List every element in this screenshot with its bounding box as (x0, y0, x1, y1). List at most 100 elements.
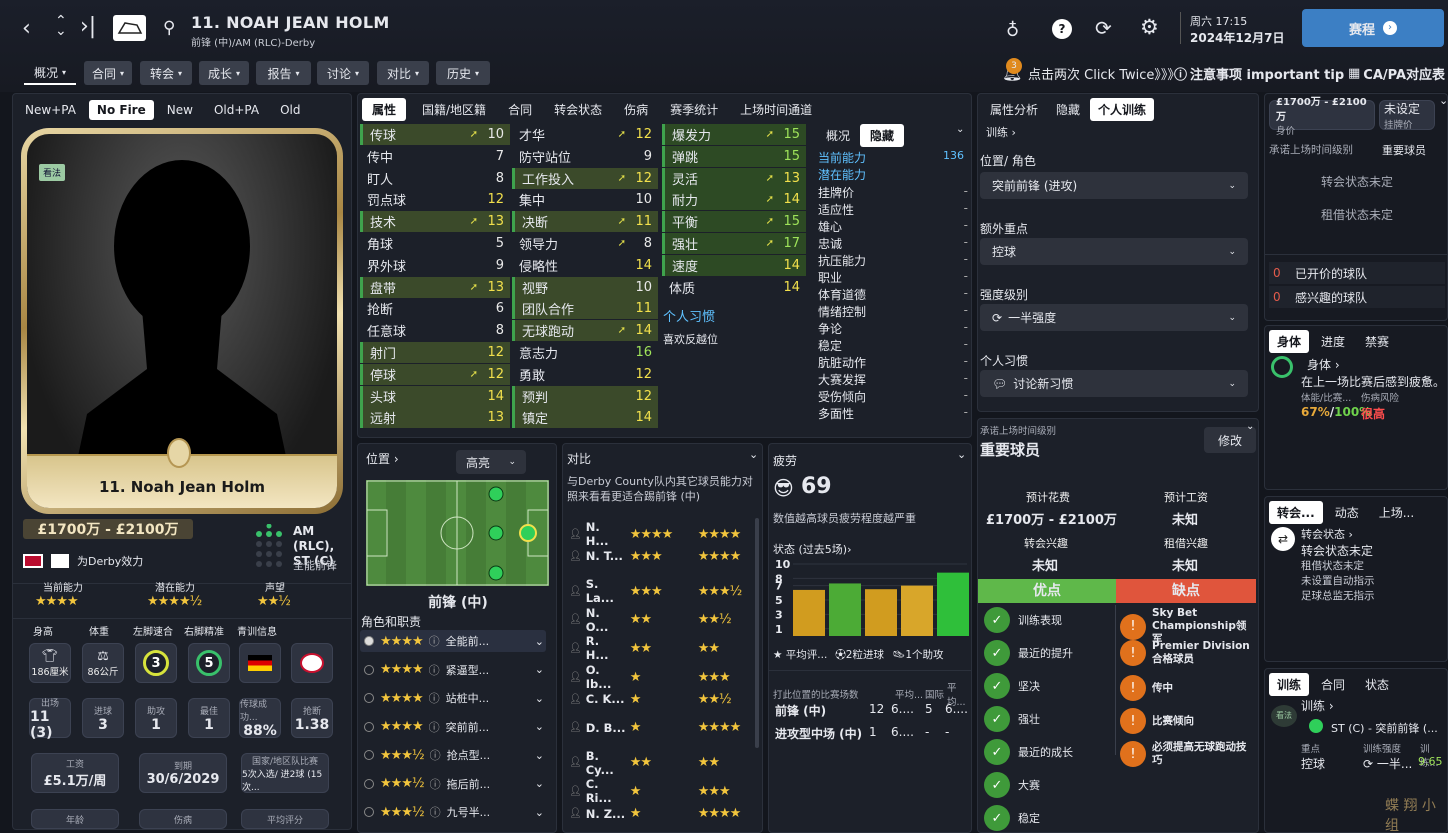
body-title[interactable]: 身体 › (1307, 356, 1340, 373)
radio-icon[interactable] (364, 750, 374, 760)
chevron-down-icon[interactable]: ⌄ (535, 806, 544, 819)
tab-hidden[interactable]: 隐藏 (860, 124, 905, 147)
compare-row-2[interactable]: 👤︎ S. La... ★★★ ★★★½ (569, 577, 751, 605)
view-dropdown[interactable]: 高亮 ⌄ (456, 450, 526, 474)
menu-tab-7[interactable]: 历史 ▾ (436, 61, 490, 85)
training-tab-1[interactable]: 隐藏 (1048, 98, 1088, 121)
chevron-down-icon[interactable]: ⌄ (535, 720, 544, 733)
search-icon[interactable]: ⚲ (163, 18, 175, 38)
chevron-down-icon[interactable]: ⌄ (1246, 421, 1254, 432)
tab-0[interactable]: 转会... (1269, 501, 1323, 524)
chevron-down-icon[interactable]: ⌄ (957, 448, 966, 461)
menu-tab-1[interactable]: 合同 ▾ (84, 61, 132, 85)
form-bar[interactable] (865, 589, 897, 636)
compare-row-5[interactable]: 👤︎ O. Ib... ★ ★★★ (569, 663, 751, 691)
menu-tab-3[interactable]: 成长 ▾ (199, 61, 249, 85)
chevron-down-icon[interactable]: ⌄ (1439, 94, 1447, 107)
click-twice-tip[interactable]: 点击两次 Click Twice》》》 (1028, 64, 1180, 83)
training-tab-0[interactable]: 属性分析 (982, 98, 1046, 121)
extra-focus-dropdown[interactable]: 控球 ⌄ (980, 238, 1248, 265)
attr-tab-2[interactable]: 合同 (498, 98, 542, 121)
face-tab-1[interactable]: No Fire (88, 100, 154, 120)
attr-tab-1[interactable]: 国籍/地区籍 (412, 98, 496, 121)
tab-0[interactable]: 身体 (1269, 330, 1310, 353)
menu-tab-4[interactable]: 报告 ▾ (256, 61, 311, 85)
radio-icon[interactable] (364, 807, 374, 817)
compare-row-9[interactable]: 👤︎ C. Ri... ★ ★★★ (569, 777, 751, 805)
asking-price-card[interactable]: £1700万 - £2100万 身价 (1269, 97, 1375, 137)
role-row-0[interactable]: ★★★★ ⓘ 全能前... ⌄ (360, 630, 546, 652)
face-tab-3[interactable]: Old+PA (206, 100, 267, 120)
form-bar[interactable] (937, 572, 969, 636)
chevron-down-icon[interactable]: ⌄ (535, 635, 544, 648)
role-row-2[interactable]: ★★★★ ⓘ 站桩中... ⌄ (360, 687, 546, 709)
role-row-6[interactable]: ★★★½ ⓘ 九号半... ⌄ (360, 801, 546, 823)
chevron-down-icon[interactable]: ⌄ (535, 663, 544, 676)
form-title[interactable]: 状态 (过去5场)› (773, 541, 851, 557)
attr-tab-6[interactable]: 上场时间通道 (730, 98, 822, 121)
attr-tab-5[interactable]: 赛季统计 (660, 98, 728, 121)
compare-row-7[interactable]: 👤︎ D. B... ★ ★★★★ (569, 720, 751, 735)
tab-1[interactable]: 合同 (1313, 673, 1353, 696)
tab-2[interactable]: 上场... (1371, 501, 1422, 524)
interested-clubs[interactable]: 0 感兴趣的球队 (1269, 286, 1445, 308)
radio-icon[interactable] (364, 664, 374, 675)
attr-tab-0[interactable]: 属性 (362, 97, 407, 121)
compare-row-10[interactable]: 👤︎ N. Z... ★ ★★★★ (569, 806, 751, 821)
menu-tab-0[interactable]: 概况 ▾ (24, 61, 76, 85)
training-link[interactable]: 训练 › (986, 124, 1016, 140)
training-tab-2[interactable]: 个人训练 (1090, 98, 1155, 121)
form-bar[interactable] (829, 583, 861, 636)
train-summary-link[interactable]: 训练 › (1301, 697, 1334, 714)
attr-tab-3[interactable]: 转会状态 (544, 98, 612, 121)
refresh-icon[interactable]: ⟳ (1095, 16, 1112, 40)
tab-2[interactable]: 禁赛 (1357, 330, 1397, 353)
tab-overview[interactable]: 概况 (820, 124, 856, 147)
role-row-3[interactable]: ★★★★ ⓘ 突前前... ⌄ (360, 716, 546, 738)
role-row-4[interactable]: ★★★½ ⓘ 抢点型... ⌄ (360, 744, 546, 766)
face-tab-0[interactable]: New+PA (17, 100, 84, 120)
chevron-down-icon[interactable]: ⌄ (956, 124, 964, 135)
important-tip[interactable]: ⓘ 注意事项 important tip (1174, 64, 1344, 83)
chevron-down-icon[interactable]: ⌄ (535, 749, 544, 762)
transfer-status-link[interactable]: 转会状态 › (1301, 526, 1353, 542)
compare-row-4[interactable]: 👤︎ R. H... ★★ ★★ (569, 634, 751, 662)
chevron-down-icon[interactable]: ⌄ (535, 777, 544, 790)
habit-dropdown[interactable]: 💬︎ 讨论新习惯 ⌄ (980, 370, 1248, 397)
form-bar[interactable] (901, 585, 933, 636)
menu-tab-5[interactable]: 讨论 ▾ (317, 61, 369, 85)
scrollbar[interactable] (755, 518, 759, 748)
role-row-1[interactable]: ★★★★ ⓘ 紧逼型... ⌄ (360, 659, 546, 681)
back-icon[interactable]: ‹ (22, 16, 31, 41)
menu-tab-2[interactable]: 转会 ▾ (140, 61, 192, 85)
tab-1[interactable]: 动态 (1327, 501, 1367, 524)
position-title[interactable]: 位置 › (366, 450, 399, 467)
compare-row-1[interactable]: 👤︎ N. T... ★★★ ★★★★ (569, 549, 751, 564)
radio-icon[interactable] (364, 636, 374, 646)
radio-icon[interactable] (364, 693, 374, 703)
radio-icon[interactable] (364, 721, 374, 732)
radio-icon[interactable] (364, 778, 374, 789)
compare-row-6[interactable]: 👤︎ C. K... ★ ★★½ (569, 692, 751, 707)
opinion-badge[interactable]: 看法 (1271, 705, 1297, 727)
capa-table-link[interactable]: ▦ CA/PA对应表 (1348, 64, 1445, 83)
tab-1[interactable]: 进度 (1313, 330, 1353, 353)
tab-0[interactable]: 训练 (1269, 673, 1310, 696)
help-icon[interactable]: ? (1052, 19, 1072, 39)
menu-tab-6[interactable]: 对比 ▾ (377, 61, 429, 85)
listing-price-card[interactable]: 未设定 挂牌价 (1379, 100, 1435, 131)
continue-button[interactable]: 赛程 › (1302, 9, 1444, 47)
role-row-5[interactable]: ★★★½ ⓘ 拖后前... ⌄ (360, 773, 546, 795)
intensity-dropdown[interactable]: ⟳ 一半强度 ⌄ (980, 304, 1248, 331)
skip-icon[interactable]: ›| (80, 14, 96, 39)
compare-row-3[interactable]: 👤︎ N. O... ★★ ★★½ (569, 606, 751, 634)
role-dropdown[interactable]: 突前前锋 (进攻) ⌄ (980, 172, 1248, 199)
face-tab-2[interactable]: New (159, 100, 201, 120)
compare-row-8[interactable]: 👤︎ B. Cy... ★★ ★★ (569, 749, 751, 777)
tab-2[interactable]: 状态 (1357, 673, 1397, 696)
up-down-icon[interactable]: ⌃ ⌄ (55, 14, 67, 38)
form-bar[interactable] (793, 589, 825, 636)
chevron-down-icon[interactable]: ⌄ (535, 692, 544, 705)
gear-icon[interactable]: ⚙ (1140, 15, 1159, 39)
face-tab-4[interactable]: Old (272, 100, 308, 120)
